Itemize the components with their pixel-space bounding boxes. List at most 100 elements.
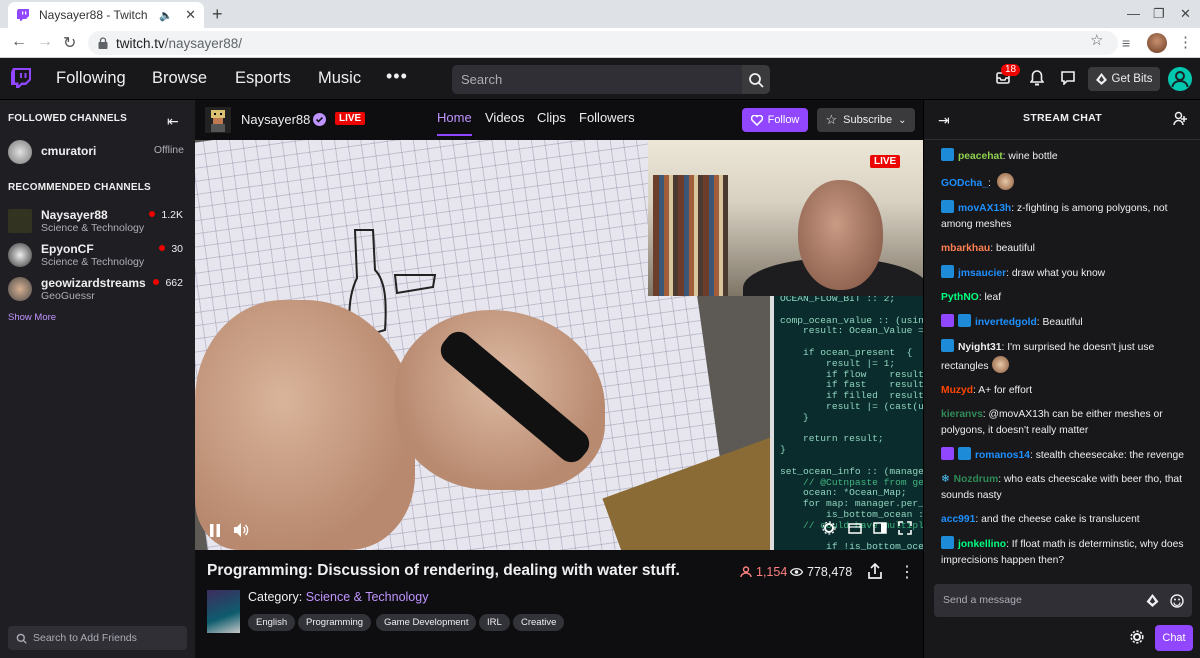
more-dots-icon[interactable]: ••• [386, 66, 408, 87]
chat-text: beautiful [995, 243, 1035, 254]
search-friends-input[interactable]: Search to Add Friends [8, 626, 187, 650]
overlay-live-badge: LIVE [870, 155, 901, 168]
prime-crown-badge-icon [941, 339, 954, 352]
twitch-logo-icon[interactable] [10, 67, 32, 91]
nav-browse[interactable]: Browse [152, 69, 207, 88]
twitch-favicon-icon [17, 9, 29, 21]
maximize-icon[interactable]: ❐ [1153, 6, 1165, 22]
chat-username[interactable]: kieranvs [941, 409, 983, 420]
notifications-bell-icon[interactable] [1030, 70, 1044, 86]
fullscreen-icon[interactable] [898, 521, 912, 535]
left-sidebar: FOLLOWED CHANNELS cmuratori Offline RECO… [0, 100, 195, 658]
category-link[interactable]: Science & Technology [306, 590, 429, 604]
volume-icon[interactable] [233, 522, 249, 538]
show-more-link[interactable]: Show More [8, 312, 56, 323]
chat-username[interactable]: movAX13h [958, 203, 1011, 214]
chat-message: movAX13h: z-fighting is among polygons, … [941, 200, 1191, 233]
prime-crown-badge-icon [958, 447, 971, 460]
chat-username[interactable]: PythNO [941, 292, 979, 303]
chat-message: acc991: and the cheese cake is transluce… [941, 514, 1140, 525]
streamer-head-image [798, 180, 883, 290]
chat-username[interactable]: Nozdrum [954, 474, 999, 485]
chat-username[interactable]: Nyight31 [958, 342, 1002, 353]
chat-username[interactable]: invertedgold [975, 317, 1037, 328]
tag-game-development[interactable]: Game Development [376, 614, 477, 631]
code-line: return result; [780, 433, 884, 445]
total-view-count: 778,478 [790, 565, 852, 579]
bookshelf-image [653, 175, 728, 296]
search-icon [749, 73, 764, 88]
video-player[interactable]: OCEAN_FLOW_BIT :: 2; comp_ocean_value ::… [195, 140, 923, 550]
theatre-mode-icon[interactable] [873, 521, 887, 535]
emote-picker-icon[interactable] [1170, 594, 1184, 608]
whispers-icon[interactable] [1061, 71, 1075, 85]
tag-programming[interactable]: Programming [298, 614, 372, 631]
sidebar-channel-naysayer88[interactable]: Naysayer88 Science & Technology 1.2K [8, 207, 195, 239]
browser-tab[interactable]: Naysayer88 - Twitch 🔈 ✕ [8, 2, 204, 28]
reload-icon[interactable]: ↻ [63, 33, 76, 53]
pause-icon[interactable] [209, 524, 221, 537]
chat-send-button[interactable]: Chat [1155, 625, 1193, 651]
tab-close-icon[interactable]: ✕ [185, 7, 196, 23]
search-button[interactable] [742, 65, 770, 94]
tab-clips[interactable]: Clips [537, 110, 566, 125]
tag-english[interactable]: English [248, 614, 296, 631]
sidebar-channel-geowizardstreams[interactable]: geowizardstreams GeoGuessr 662 [8, 275, 195, 307]
url-field[interactable]: twitch.tv/naysayer88/ [88, 31, 1118, 55]
search-input[interactable]: Search [452, 65, 742, 94]
chat-text: draw what you know [1011, 268, 1106, 279]
new-tab-icon[interactable]: + [212, 5, 223, 23]
tab-followers[interactable]: Followers [579, 110, 635, 125]
nav-following[interactable]: Following [56, 69, 126, 88]
chat-username[interactable]: acc991 [941, 514, 975, 525]
chat-username[interactable]: GODcha_ [941, 178, 988, 189]
tag-creative[interactable]: Creative [513, 614, 565, 631]
clip-icon[interactable] [848, 521, 862, 535]
follow-button[interactable]: Follow [742, 108, 808, 132]
code-line: result: Ocean_Value = 0; [803, 325, 923, 337]
category-box-art[interactable] [207, 590, 240, 633]
followed-channels-heading: FOLLOWED CHANNELS [8, 113, 127, 124]
channel-header: Naysayer88 LIVE Home Videos Clips Follow… [195, 100, 923, 140]
channel-header-avatar[interactable] [205, 107, 231, 133]
chat-text: wine bottle [1008, 151, 1058, 162]
forward-icon[interactable]: → [37, 33, 53, 51]
sidebar-channel-epyoncf[interactable]: EpyonCF Science & Technology 30 [8, 241, 195, 273]
channel-name-heading[interactable]: Naysayer88 [241, 112, 310, 127]
chat-username[interactable]: peacehat [958, 151, 1003, 162]
recommended-channels-heading: RECOMMENDED CHANNELS [8, 182, 151, 193]
back-icon[interactable]: ← [11, 33, 27, 51]
more-options-icon[interactable]: ⋮ [899, 562, 915, 582]
settings-icon[interactable] [822, 521, 836, 535]
bookmark-star-icon[interactable]: ☆ [1090, 31, 1103, 49]
chat-username[interactable]: jonkellino [958, 539, 1006, 550]
browser-profile-avatar[interactable] [1147, 33, 1167, 53]
subscribe-button[interactable]: ☆ Subscribe ⌄ [817, 108, 915, 132]
chat-username[interactable]: Muzyd [941, 385, 973, 396]
get-bits-button[interactable]: Get Bits [1088, 67, 1160, 91]
chat-username[interactable]: mbarkhau [941, 243, 990, 254]
minimize-icon[interactable]: — [1127, 6, 1140, 21]
collapse-sidebar-icon[interactable]: ⇤ [167, 113, 179, 130]
chat-text: Beautiful [1042, 317, 1083, 328]
tab-videos[interactable]: Videos [485, 110, 525, 125]
community-users-icon[interactable] [1173, 111, 1189, 127]
chat-username[interactable]: romanos14 [975, 450, 1030, 461]
nav-music[interactable]: Music [318, 69, 361, 88]
sidebar-channel-cmuratori[interactable]: cmuratori Offline [8, 138, 195, 170]
chat-username[interactable]: jmsaucier [958, 268, 1006, 279]
share-icon[interactable] [868, 563, 882, 579]
tag-irl[interactable]: IRL [479, 614, 510, 631]
category-label: Category: [248, 590, 303, 604]
reading-list-icon[interactable]: ≡ [1122, 35, 1130, 51]
tab-home[interactable]: Home [437, 110, 472, 136]
bits-gem-icon[interactable] [1146, 594, 1159, 607]
chat-settings-icon[interactable] [1130, 630, 1144, 644]
chat-message: ❄ Nozdrum: who eats cheescake with beer t… [941, 474, 1183, 501]
user-avatar[interactable] [1168, 67, 1192, 91]
window-close-icon[interactable]: ✕ [1180, 6, 1191, 22]
nav-esports[interactable]: Esports [235, 69, 291, 88]
browser-menu-icon[interactable]: ⋮ [1178, 33, 1193, 51]
tab-audio-icon[interactable]: 🔈 [159, 9, 173, 22]
code-line: if !is_bottom_ocean [780, 541, 923, 550]
